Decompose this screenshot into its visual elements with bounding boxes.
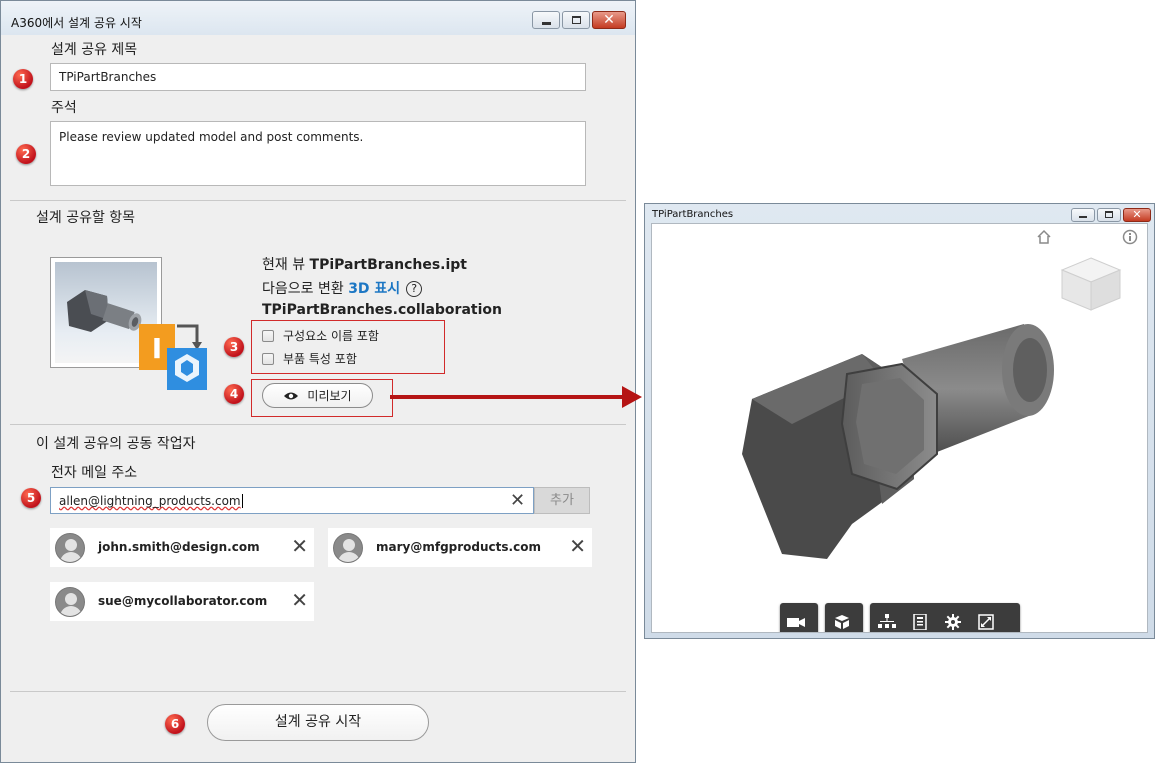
camera-toolbar-group [780,603,818,632]
preview-window-controls: ✕ [1071,208,1151,222]
maximize-icon [1105,211,1113,218]
collab-file-name: TPiPartBranches.collaboration [262,302,502,318]
section-divider [10,691,626,692]
cube-icon[interactable] [825,603,858,632]
email-input[interactable]: allen@lightning_products.com​ [50,487,534,514]
close-icon: ✕ [603,12,615,28]
properties-icon[interactable] [903,603,936,632]
collaborator-chip: sue@mycollaborator.com ✕ [50,582,314,621]
include-part-properties-row[interactable]: 부품 특성 포함 [262,350,357,367]
section-divider [10,200,626,201]
explode-toolbar-group [825,603,863,632]
share-title-input[interactable]: TPiPartBranches [50,63,586,91]
preview-minimize-button[interactable] [1071,208,1095,222]
callout-badge-4: 4 [224,384,244,404]
eye-icon [284,392,299,399]
include-component-names-label: 구성요소 이름 포함 [283,329,379,343]
callout-badge-1: 1 [13,69,33,89]
convert-prefix: 다음으로 변환 [262,281,349,297]
view-cube-icon[interactable] [1058,254,1124,314]
tools-toolbar-group [870,603,1020,632]
gear-icon[interactable] [936,603,969,632]
current-view-line: 현재 뷰 TPiPartBranches.ipt [262,254,467,274]
avatar-icon [333,533,363,563]
svg-text:I: I [152,332,162,365]
part-3d-model[interactable] [732,304,1062,584]
preview-window: TPiPartBranches ✕ [644,203,1155,639]
collaborators-section-label: 이 설계 공유의 공동 작업자 [36,436,196,452]
current-view-prefix: 현재 뷰 [262,257,310,273]
preview-title: TPiPartBranches [652,209,734,220]
include-part-properties-label: 부품 특성 포함 [283,352,357,366]
preview-maximize-button[interactable] [1097,208,1121,222]
model-viewer-canvas[interactable] [651,223,1148,633]
dialog-titlebar: A360에서 설계 공유 시작 ✕ [1,1,635,35]
remove-collaborator-icon[interactable]: ✕ [291,588,308,612]
callout-badge-5: 5 [21,488,41,508]
email-label: 전자 메일 주소 [51,465,138,481]
collaborator-chip: john.smith@design.com ✕ [50,528,314,567]
close-button[interactable]: ✕ [592,11,626,29]
notes-textarea[interactable]: Please review updated model and post com… [50,121,586,186]
collaborator-chip: mary@mfgproducts.com ✕ [328,528,592,567]
current-view-file: TPiPartBranches.ipt [309,257,467,273]
include-component-names-row[interactable]: 구성요소 이름 포함 [262,327,379,344]
tree-icon[interactable] [870,603,903,632]
collaborator-email: mary@mfgproducts.com [376,540,541,554]
section-divider [10,424,626,425]
convert-line: 다음으로 변환 3D 표시? [262,278,423,298]
share-title-label: 설계 공유 제목 [51,42,138,58]
add-collaborator-button[interactable]: 추가 [534,487,590,514]
remove-collaborator-icon[interactable]: ✕ [291,534,308,558]
minimize-icon [1079,216,1087,218]
maximize-icon [572,16,581,24]
fullscreen-icon[interactable] [969,603,1002,632]
close-icon: ✕ [1132,208,1142,221]
preview-button-label: 미리보기 [307,389,352,403]
info-icon[interactable] [1122,229,1138,245]
minimize-button[interactable] [532,11,560,29]
avatar-icon [55,587,85,617]
home-icon[interactable] [1036,229,1052,245]
preview-button[interactable]: 미리보기 [262,383,373,408]
callout-badge-6: 6 [165,714,185,734]
camera-icon[interactable] [780,603,813,632]
dialog-title: A360에서 설계 공유 시작 [11,16,142,30]
clear-input-icon[interactable]: ✕ [510,490,525,511]
collaborator-email: sue@mycollaborator.com [98,594,268,608]
preview-close-button[interactable]: ✕ [1123,208,1151,222]
maximize-button[interactable] [562,11,590,29]
callout-arrow-head [622,386,642,408]
callout-badge-2: 2 [16,144,36,164]
help-icon[interactable]: ? [406,281,423,297]
collaborator-email: john.smith@design.com [98,540,260,554]
dialog-window-controls: ✕ [532,11,626,29]
notes-label: 주석 [51,100,77,116]
remove-collaborator-icon[interactable]: ✕ [569,534,586,558]
callout-badge-3: 3 [224,337,244,357]
avatar-icon [55,533,85,563]
items-section-label: 설계 공유할 항목 [36,210,136,226]
include-part-properties-checkbox[interactable] [262,352,274,365]
file-conversion-icon: I [139,324,207,390]
email-input-value: allen@lightning_products.com [59,494,241,508]
include-component-names-checkbox[interactable] [262,329,274,342]
convert-target-link[interactable]: 3D 표시 [348,281,400,297]
minimize-icon [542,22,551,25]
text-caret: ​ [241,494,243,508]
start-design-share-button[interactable]: 설계 공유 시작 [207,704,429,741]
callout-arrow [390,395,625,399]
